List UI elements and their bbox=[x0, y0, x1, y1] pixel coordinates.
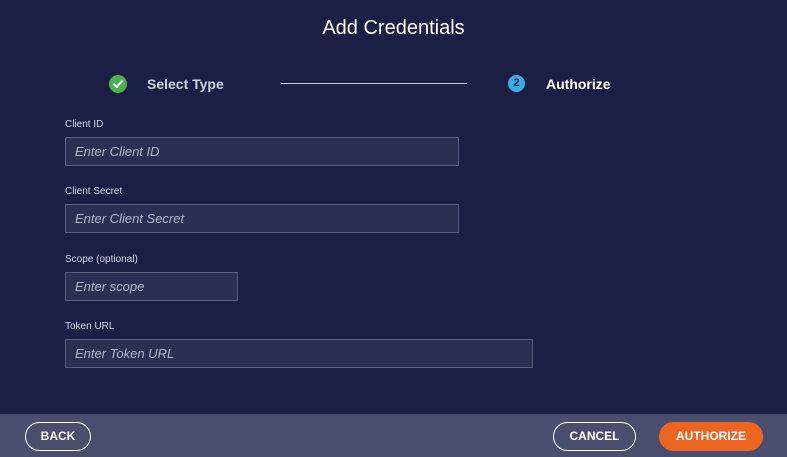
client-id-input[interactable] bbox=[65, 137, 459, 166]
scope-label: Scope (optional) bbox=[65, 254, 138, 265]
token-url-label: Token URL bbox=[65, 321, 115, 332]
step-label-authorize: Authorize bbox=[546, 76, 611, 92]
client-secret-input[interactable] bbox=[65, 204, 459, 233]
step-connector-line bbox=[281, 83, 467, 84]
scope-input[interactable] bbox=[65, 272, 238, 301]
cancel-button[interactable]: CANCEL bbox=[553, 422, 636, 451]
client-secret-label: Client Secret bbox=[65, 186, 123, 197]
step-label-select-type: Select Type bbox=[147, 76, 224, 92]
authorize-button[interactable]: AUTHORIZE bbox=[659, 422, 763, 451]
check-circle-icon bbox=[109, 75, 127, 93]
stepper: Select Type 2 Authorize bbox=[0, 0, 787, 110]
step-number-badge: 2 bbox=[508, 75, 525, 92]
token-url-input[interactable] bbox=[65, 339, 533, 368]
back-button[interactable]: BACK bbox=[25, 422, 91, 451]
dialog-footer: BACK CANCEL AUTHORIZE bbox=[0, 414, 787, 457]
client-id-label: Client ID bbox=[65, 119, 104, 130]
